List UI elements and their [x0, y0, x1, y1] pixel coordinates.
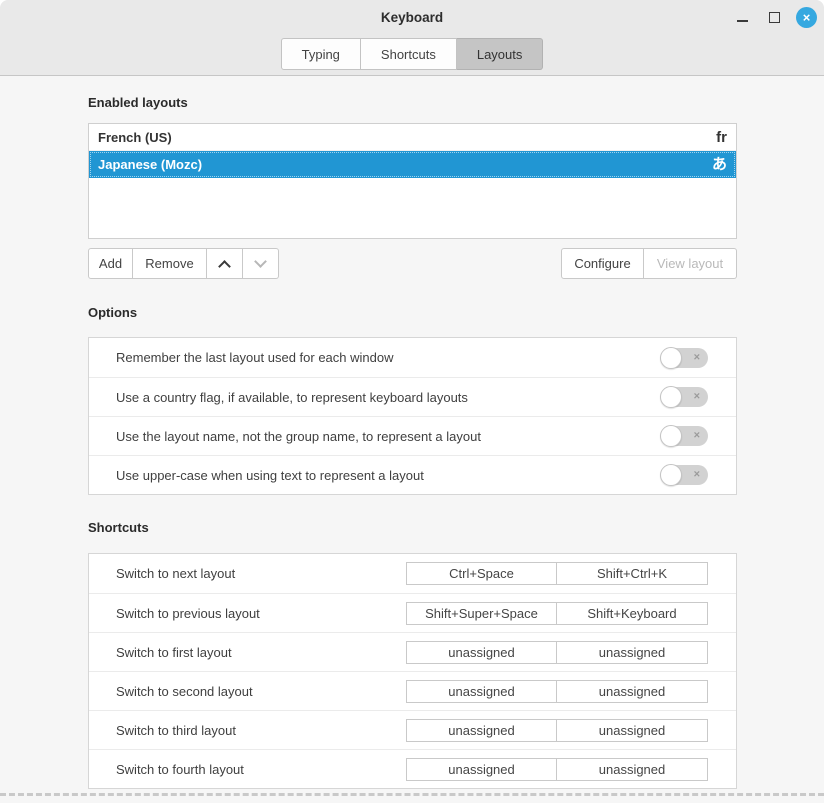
- keybinding-secondary[interactable]: Shift+Ctrl+K: [557, 562, 708, 585]
- keybinding-secondary[interactable]: Shift+Keyboard: [557, 602, 708, 625]
- toggle-knob: [660, 425, 682, 447]
- window-resize-edge[interactable]: [0, 793, 824, 796]
- layout-indicator-badge: fr: [716, 130, 727, 145]
- layout-indicator-badge: あ: [712, 157, 727, 172]
- window-header: Keyboard × Typing Shortcuts Layouts: [0, 0, 824, 76]
- keybinding-cells: unassigned unassigned: [406, 758, 708, 781]
- keybinding-secondary[interactable]: unassigned: [557, 680, 708, 703]
- toggle-knob: [660, 464, 682, 486]
- keybinding-primary[interactable]: unassigned: [406, 641, 557, 664]
- option-row-country-flag: Use a country flag, if available, to rep…: [89, 377, 736, 416]
- layout-row-japanese[interactable]: Japanese (Mozc) あ: [89, 151, 736, 178]
- toggle-knob: [660, 347, 682, 369]
- chevron-up-icon: [218, 260, 231, 273]
- shortcuts-heading: Shortcuts: [88, 521, 737, 535]
- shortcut-row-second-layout: Switch to second layout unassigned unass…: [89, 671, 736, 710]
- close-icon: ×: [803, 11, 811, 24]
- keybinding-secondary[interactable]: unassigned: [557, 719, 708, 742]
- tab-bar: Typing Shortcuts Layouts: [0, 38, 824, 70]
- move-up-button[interactable]: [207, 248, 243, 279]
- shortcut-row-previous-layout: Switch to previous layout Shift+Super+Sp…: [89, 593, 736, 632]
- shortcut-row-third-layout: Switch to third layout unassigned unassi…: [89, 710, 736, 749]
- remove-layout-button[interactable]: Remove: [133, 248, 207, 279]
- layout-name: French (US): [98, 130, 172, 145]
- shortcut-row-first-layout: Switch to first layout unassigned unassi…: [89, 632, 736, 671]
- chevron-down-icon: [254, 255, 267, 268]
- layouts-page: Enabled layouts French (US) fr Japanese …: [0, 76, 824, 789]
- keybinding-cells: Ctrl+Space Shift+Ctrl+K: [406, 562, 708, 585]
- window-title: Keyboard: [381, 10, 443, 25]
- minimize-button[interactable]: [732, 7, 753, 28]
- keybinding-primary[interactable]: Shift+Super+Space: [406, 602, 557, 625]
- toggle-remember-layout[interactable]: ×: [661, 348, 708, 368]
- toggle-off-icon: ×: [694, 469, 700, 480]
- option-row-layout-name: Use the layout name, not the group name,…: [89, 416, 736, 455]
- keybinding-primary[interactable]: unassigned: [406, 719, 557, 742]
- tab-typing[interactable]: Typing: [281, 38, 361, 70]
- toggle-layout-name[interactable]: ×: [661, 426, 708, 446]
- toggle-upper-case[interactable]: ×: [661, 465, 708, 485]
- keybinding-cells: unassigned unassigned: [406, 641, 708, 664]
- maximize-button[interactable]: [764, 7, 785, 28]
- titlebar[interactable]: Keyboard ×: [0, 0, 824, 34]
- keybinding-primary[interactable]: Ctrl+Space: [406, 562, 557, 585]
- toggle-country-flag[interactable]: ×: [661, 387, 708, 407]
- options-heading: Options: [88, 306, 737, 320]
- maximize-icon: [769, 12, 780, 23]
- toggle-off-icon: ×: [694, 391, 700, 402]
- keybinding-primary[interactable]: unassigned: [406, 758, 557, 781]
- layout-actions: Add Remove Configure View layout: [88, 248, 737, 279]
- add-layout-button[interactable]: Add: [88, 248, 133, 279]
- keybinding-cells: Shift+Super+Space Shift+Keyboard: [406, 602, 708, 625]
- list-edit-button-group: Add Remove: [88, 248, 279, 279]
- keybinding-cells: unassigned unassigned: [406, 719, 708, 742]
- move-down-button[interactable]: [243, 248, 279, 279]
- layout-row-french[interactable]: French (US) fr: [89, 124, 736, 151]
- toggle-off-icon: ×: [694, 430, 700, 441]
- minimize-icon: [737, 20, 748, 22]
- options-panel: Remember the last layout used for each w…: [88, 337, 737, 495]
- layout-name: Japanese (Mozc): [98, 157, 202, 172]
- keybinding-primary[interactable]: unassigned: [406, 680, 557, 703]
- option-row-remember-layout: Remember the last layout used for each w…: [89, 338, 736, 377]
- toggle-off-icon: ×: [694, 352, 700, 363]
- shortcut-row-next-layout: Switch to next layout Ctrl+Space Shift+C…: [89, 554, 736, 593]
- tab-shortcuts[interactable]: Shortcuts: [361, 38, 457, 70]
- shortcuts-panel: Switch to next layout Ctrl+Space Shift+C…: [88, 553, 737, 789]
- toggle-knob: [660, 386, 682, 408]
- window-controls: ×: [732, 0, 817, 34]
- keybinding-secondary[interactable]: unassigned: [557, 641, 708, 664]
- enabled-layouts-list: French (US) fr Japanese (Mozc) あ: [88, 123, 737, 239]
- keybinding-secondary[interactable]: unassigned: [557, 758, 708, 781]
- keyboard-settings-window: Keyboard × Typing Shortcuts Layouts Enab…: [0, 0, 824, 803]
- tab-layouts[interactable]: Layouts: [457, 38, 544, 70]
- option-row-upper-case: Use upper-case when using text to repres…: [89, 455, 736, 494]
- shortcut-row-fourth-layout: Switch to fourth layout unassigned unass…: [89, 749, 736, 788]
- keybinding-cells: unassigned unassigned: [406, 680, 708, 703]
- enabled-layouts-heading: Enabled layouts: [88, 96, 737, 110]
- layout-tools-button-group: Configure View layout: [561, 248, 737, 279]
- close-button[interactable]: ×: [796, 7, 817, 28]
- configure-button[interactable]: Configure: [561, 248, 644, 279]
- view-layout-button[interactable]: View layout: [644, 248, 737, 279]
